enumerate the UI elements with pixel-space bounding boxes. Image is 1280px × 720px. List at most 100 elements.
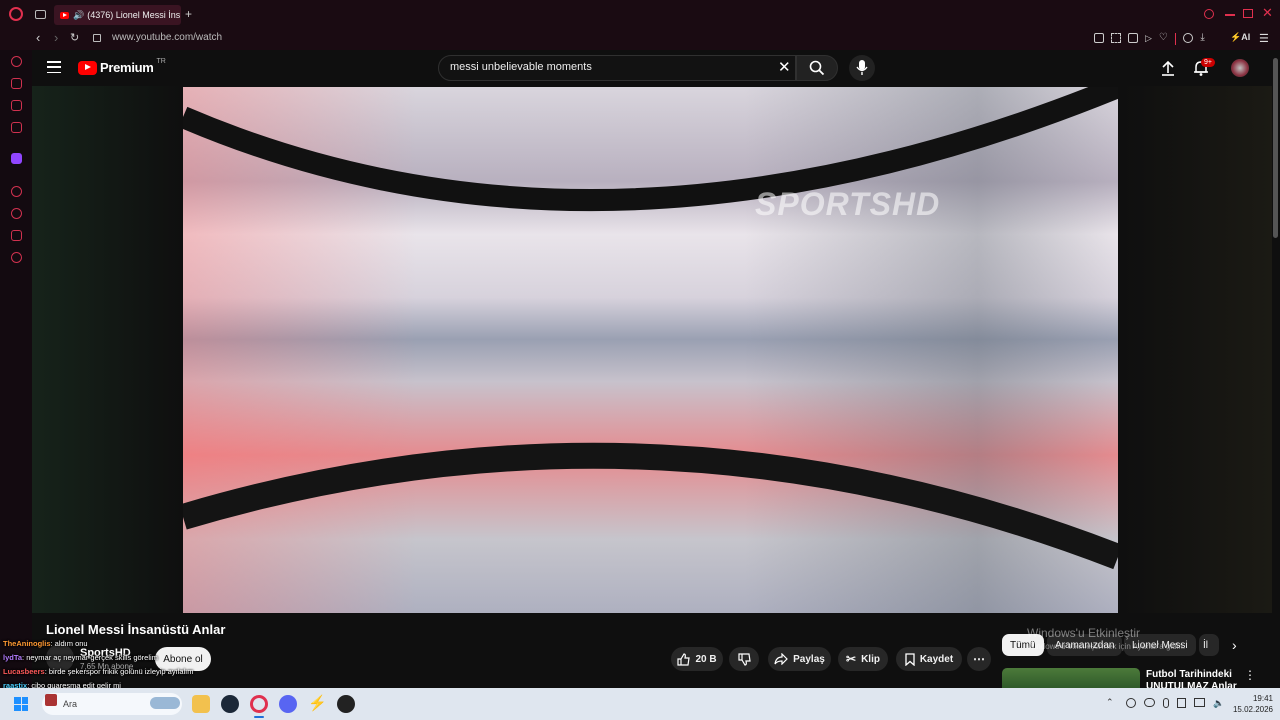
pin-icon[interactable] [1094, 33, 1104, 43]
instagram-icon[interactable] [11, 122, 22, 133]
opera-sidebar [0, 50, 32, 688]
search-button[interactable] [796, 55, 838, 81]
chat-text: : neymar aç neymar gerçek skills görelim [22, 653, 158, 662]
thumbs-down-icon [737, 652, 751, 666]
upload-icon[interactable] [1161, 60, 1175, 76]
chat-line: lydTa: neymar aç neymar gerçek skills gö… [3, 653, 158, 662]
youtube-favicon-icon [60, 11, 69, 19]
hamburger-menu-icon[interactable] [47, 61, 61, 73]
windows-activation-notice: Windows'u Etkinleştir Windows'u etkinleş… [1027, 626, 1185, 651]
like-button[interactable]: 20 B [671, 647, 723, 671]
taskbar-search-placeholder[interactable]: Ara [63, 699, 77, 709]
save-label: Kaydet [919, 653, 954, 665]
chat-user: TheAninoglis [3, 639, 51, 648]
youtube-play-icon [78, 60, 97, 75]
minimize-button[interactable] [1225, 14, 1235, 16]
scrollbar-thumb[interactable] [1273, 58, 1278, 238]
chat-user: Lucasbeers [3, 667, 45, 676]
taskbar-search-banner-icon [150, 697, 180, 709]
youtube-logo[interactable]: Premium TR [78, 58, 166, 75]
taskbar-search-avatar-icon [45, 694, 57, 706]
download-icon[interactable]: ⤓ [1200, 33, 1204, 45]
tab-title: (4376) Lionel Messi İns [87, 10, 181, 20]
more-actions-button[interactable]: ⋯ [967, 647, 991, 671]
discord-icon[interactable] [279, 695, 297, 713]
player-icon[interactable] [11, 186, 22, 197]
forward-icon[interactable]: › [54, 30, 58, 45]
tray-mic-icon[interactable] [1163, 698, 1169, 708]
chat-text: : birde şekerspor frikik golünü izleyip … [44, 667, 194, 676]
url-field[interactable]: www.youtube.com/watch [112, 32, 222, 43]
tray-bluetooth-icon[interactable] [1177, 698, 1186, 708]
start-button[interactable] [14, 697, 28, 711]
close-window-button[interactable]: ✕ [1262, 5, 1273, 21]
video-frame-graphic [183, 87, 1118, 570]
history-icon[interactable] [11, 208, 22, 219]
voice-search-button[interactable] [849, 55, 875, 81]
menu-icon[interactable]: ☰ [1259, 32, 1269, 45]
file-explorer-icon[interactable] [192, 695, 210, 713]
chips-next-icon[interactable]: › [1232, 637, 1237, 653]
tab-bar: 🔊 (4376) Lionel Messi İns + ✕ [0, 0, 1280, 28]
clip-label: Klip [861, 653, 880, 665]
related-more-icon[interactable]: ⋮ [1244, 668, 1256, 682]
lightning-app-icon[interactable]: ⚡ [308, 695, 327, 713]
taskbar-clock-date[interactable]: 15.02.2026 [1227, 705, 1273, 714]
subscribe-label: Abone ol [163, 653, 203, 665]
aria-ai-button[interactable]: ⚡AI [1230, 32, 1250, 43]
adblock-icon[interactable] [1128, 33, 1138, 43]
game-app-icon[interactable] [337, 695, 355, 713]
play-icon[interactable]: ▷ [1145, 33, 1152, 45]
tray-icons: 🔈 [1126, 698, 1224, 708]
maximize-button[interactable] [1243, 9, 1253, 18]
related-title-line1: Futbol Tarihindeki [1146, 669, 1232, 680]
share-button[interactable]: Paylaş [768, 647, 831, 671]
tab-manager-icon[interactable] [35, 10, 46, 19]
clip-button[interactable]: ✂ Klip [838, 647, 888, 671]
page-scrollbar[interactable] [1272, 50, 1280, 688]
search-tabs-icon[interactable] [1204, 9, 1214, 19]
account-icon[interactable] [1183, 33, 1194, 43]
chip-related[interactable]: İl [1199, 634, 1219, 656]
new-tab-button[interactable]: + [185, 7, 192, 21]
speaker-icon[interactable]: 🔊 [73, 10, 84, 21]
save-button[interactable]: Kaydet [896, 647, 962, 671]
taskbar-clock-time[interactable]: 19:41 [1241, 694, 1273, 703]
opera-logo-icon[interactable] [9, 7, 23, 21]
ai-label: AI [1241, 32, 1251, 42]
snapshot-icon[interactable] [1111, 33, 1121, 43]
search-input[interactable]: messi unbelievable moments [450, 61, 592, 73]
like-count: 20 B [695, 653, 717, 665]
tray-overflow-icon[interactable]: ⌃ [1106, 697, 1114, 708]
scissors-icon: ✂ [846, 652, 857, 666]
chat-line: Lucasbeers: birde şekerspor frikik golün… [3, 667, 194, 676]
opera-taskbar-icon[interactable] [250, 695, 268, 713]
tab-active[interactable]: 🔊 (4376) Lionel Messi İns [54, 5, 181, 25]
dislike-button[interactable] [729, 647, 759, 671]
tray-sync-icon[interactable] [1126, 698, 1136, 708]
tray-volume-icon[interactable]: 🔈 [1213, 698, 1224, 708]
back-icon[interactable]: ‹ [36, 30, 40, 45]
chat-text: : aldım onu [50, 639, 88, 648]
video-player[interactable] [183, 87, 1118, 613]
video-watermark: SPORTSHD [755, 186, 941, 222]
heart-icon[interactable]: ♡ [1159, 33, 1168, 45]
related-video-thumbnail[interactable] [1002, 668, 1140, 688]
steam-icon[interactable] [221, 695, 239, 713]
clear-search-icon[interactable]: ✕ [778, 58, 791, 76]
chat-line: TheAninoglis: aldım onu [3, 639, 88, 648]
crypto-wallet-icon[interactable] [11, 78, 22, 89]
video-title: Lionel Messi İnsanüstü Anlar [46, 622, 226, 637]
extensions-icon[interactable] [11, 230, 22, 241]
messenger-icon[interactable] [11, 100, 22, 111]
twitch-icon[interactable] [11, 153, 22, 164]
avatar[interactable] [1231, 59, 1249, 77]
activation-subtitle: Windows'u etkinleştirmek için Ayarlar'a … [1027, 642, 1186, 651]
tray-network-icon[interactable] [1194, 698, 1205, 707]
tray-cloud-icon[interactable] [1144, 698, 1155, 707]
address-bar: ‹ › ↻ www.youtube.com/watch ▷ ♡ ⤓ ⚡AI ☰ [0, 28, 1280, 50]
settings-gear-icon[interactable] [11, 252, 22, 263]
aria-icon[interactable] [11, 56, 22, 67]
reload-icon[interactable]: ↻ [70, 31, 79, 44]
region-label: TR [156, 58, 166, 65]
